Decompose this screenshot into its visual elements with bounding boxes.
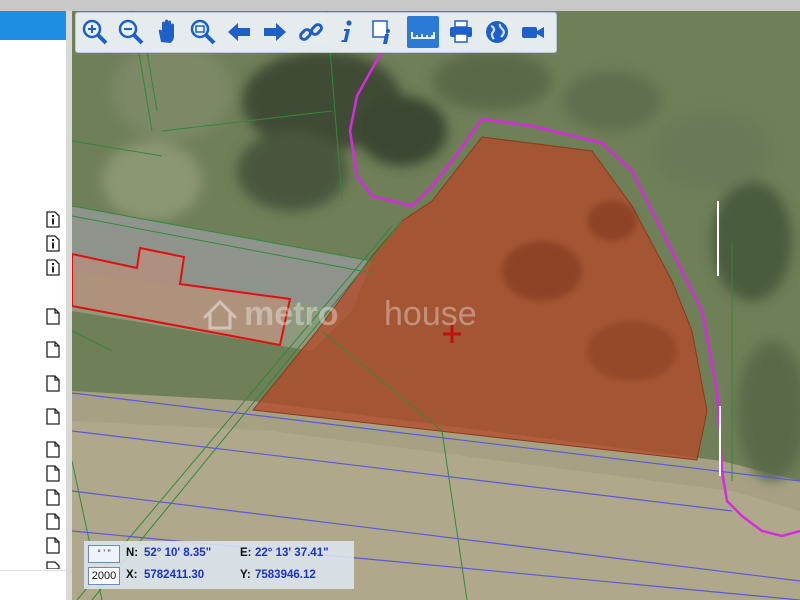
watermark-text-a: metro	[244, 295, 338, 333]
info-document-icon	[372, 20, 390, 44]
zoom-out-icon	[118, 19, 144, 45]
layer-info-icon[interactable]	[46, 259, 60, 276]
document-icon[interactable]	[46, 465, 60, 482]
map-toolbar	[75, 12, 557, 53]
layer-info-icon[interactable]	[46, 235, 60, 252]
zoom-extent-icon	[190, 19, 216, 45]
x-value: 5782411.30	[144, 569, 205, 581]
zoom-out-button[interactable]	[115, 16, 147, 48]
previous-view-button[interactable]	[223, 16, 255, 48]
zoom-in-button[interactable]	[79, 16, 111, 48]
video-camera-icon	[522, 27, 544, 38]
info-document-button[interactable]	[367, 16, 399, 48]
zoom-extent-button[interactable]	[187, 16, 219, 48]
document-icon[interactable]	[46, 561, 60, 569]
y-label: Y:	[240, 569, 251, 581]
north-value: 52° 10' 8.35"	[144, 547, 212, 559]
left-panel-header[interactable]	[0, 11, 66, 40]
east-label: E:	[240, 547, 252, 559]
layer-info-icon[interactable]	[46, 211, 60, 228]
arrow-left-icon	[228, 23, 250, 41]
info-button[interactable]	[331, 16, 363, 48]
measure-button[interactable]	[407, 16, 439, 48]
document-icon[interactable]	[46, 308, 60, 325]
measure-ruler-icon	[411, 32, 435, 39]
print-icon	[450, 20, 472, 43]
watermark-text-b: house	[384, 295, 477, 333]
document-icon[interactable]	[46, 441, 60, 458]
document-icon[interactable]	[46, 375, 60, 392]
pan-button[interactable]	[151, 16, 183, 48]
video-button[interactable]	[517, 16, 549, 48]
zoom-in-icon	[82, 19, 108, 45]
info-icon	[341, 20, 352, 42]
coordinate-format-button[interactable]: ° ' "	[88, 545, 120, 563]
document-icon[interactable]	[46, 513, 60, 530]
east-value: 22° 13' 37.41"	[255, 547, 329, 559]
north-label: N:	[126, 547, 139, 559]
document-icon[interactable]	[46, 489, 60, 506]
top-bar	[0, 0, 800, 11]
globe-icon	[486, 21, 508, 43]
left-panel-divider	[0, 570, 66, 571]
document-icon[interactable]	[46, 341, 60, 358]
arrow-right-icon	[264, 23, 286, 41]
y-value: 7583946.12	[255, 569, 316, 581]
pan-hand-icon	[158, 19, 174, 43]
link-icon	[299, 23, 323, 41]
left-panel	[0, 11, 66, 600]
document-icon[interactable]	[46, 408, 60, 425]
scale-value[interactable]: 2000	[88, 567, 120, 585]
document-icon[interactable]	[46, 537, 60, 554]
link-button[interactable]	[295, 16, 327, 48]
coordinates-panel: ° ' " 2000 N: 52° 10' 8.35" E: 22° 13' 3…	[84, 541, 354, 589]
globe-button[interactable]	[481, 16, 513, 48]
x-label: X:	[126, 569, 138, 581]
next-view-button[interactable]	[259, 16, 291, 48]
print-button[interactable]	[445, 16, 477, 48]
watermark-logo: metro house	[202, 295, 477, 333]
